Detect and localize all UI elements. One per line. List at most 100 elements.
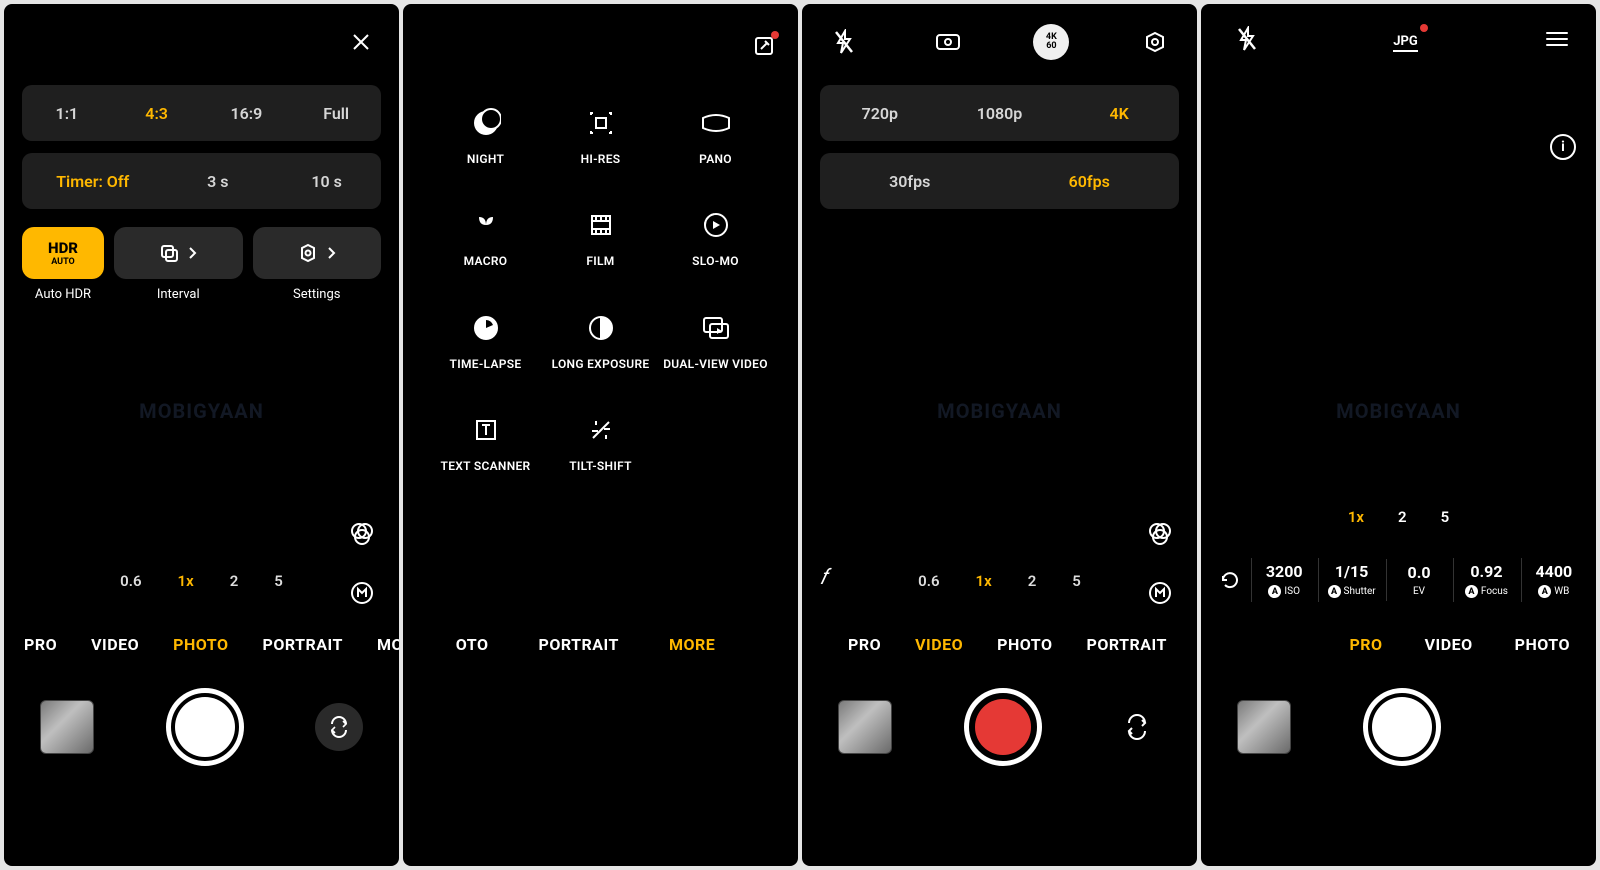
ai-icon[interactable] (1141, 574, 1179, 612)
mode-selector[interactable]: PRO VIDEO PHOTO PORTRAIT MORE (4, 622, 399, 666)
mode-label: DUAL-VIEW VIDEO (663, 357, 768, 371)
mode-video[interactable]: VIDEO (915, 635, 963, 654)
param-shutter[interactable]: 1/15 AShutter (1318, 558, 1383, 602)
mode-longexposure[interactable]: LONG EXPOSURE (548, 309, 653, 371)
zoom-1x[interactable]: 1x (178, 572, 194, 590)
aspect-16-9[interactable]: 16:9 (202, 104, 292, 123)
switch-camera-button[interactable] (315, 703, 363, 751)
mode-night[interactable]: NIGHT (433, 104, 538, 166)
res-720p[interactable]: 720p (820, 104, 940, 123)
aspect-full[interactable]: Full (291, 104, 381, 123)
mode-timelapse[interactable]: TIME-LAPSE (433, 309, 538, 371)
mode-label: TILT-SHIFT (569, 459, 632, 473)
mode-pro[interactable]: PRO (1349, 635, 1382, 654)
timer-off[interactable]: Timer: Off (22, 172, 163, 191)
info-icon[interactable]: i (1550, 134, 1576, 160)
settings-icon[interactable] (1137, 24, 1173, 60)
reset-icon[interactable] (1211, 569, 1249, 591)
aspect-icon[interactable] (930, 24, 966, 60)
mode-textscanner[interactable]: TEXT SCANNER (433, 411, 538, 473)
interval-icon (159, 243, 179, 263)
mode-pro[interactable]: PRO (848, 635, 881, 654)
zoom-5[interactable]: 5 (1441, 508, 1450, 526)
aperture-icon[interactable]: 𝑓 (820, 565, 827, 590)
settings-button[interactable] (253, 227, 382, 279)
slomo-icon (697, 206, 735, 244)
fps-30[interactable]: 30fps (820, 172, 1000, 191)
filters-icon[interactable] (1141, 514, 1179, 552)
mode-macro[interactable]: MACRO (433, 206, 538, 268)
zoom-5[interactable]: 5 (1072, 572, 1081, 590)
watermark: MOBIGYAAN (139, 399, 264, 423)
edit-button[interactable] (752, 34, 776, 62)
mode-selector[interactable]: PRO VIDEO PHOTO (1201, 622, 1596, 666)
mode-pano[interactable]: PANO (663, 104, 768, 166)
resolution-badge[interactable]: 4K 60 (1033, 24, 1069, 60)
mode-video[interactable]: VIDEO (91, 635, 139, 654)
mode-slomo[interactable]: SLO-MO (663, 206, 768, 268)
zoom-2[interactable]: 2 (1398, 508, 1407, 526)
mode-photo-partial[interactable]: OTO (456, 635, 489, 654)
param-value: 3200 (1266, 562, 1303, 581)
zoom-2[interactable]: 2 (1028, 572, 1037, 590)
close-icon[interactable] (343, 24, 379, 60)
filters-icon[interactable] (343, 514, 381, 552)
res-4k[interactable]: 4K (1059, 104, 1179, 123)
mode-hires[interactable]: HI-RES (548, 104, 653, 166)
mode-photo[interactable]: PHOTO (1515, 635, 1570, 654)
mode-label: TIME-LAPSE (450, 357, 522, 371)
mode-selector[interactable]: PRO VIDEO PHOTO PORTRAIT (802, 622, 1197, 666)
ai-icon[interactable] (343, 574, 381, 612)
watermark: MOBIGYAAN (937, 399, 1062, 423)
mode-more[interactable]: MORE (377, 635, 399, 654)
mode-portrait[interactable]: PORTRAIT (1087, 635, 1167, 654)
gallery-thumbnail[interactable] (1237, 700, 1291, 754)
aspect-1-1[interactable]: 1:1 (22, 104, 112, 123)
gallery-thumbnail[interactable] (838, 700, 892, 754)
gallery-thumbnail[interactable] (40, 700, 94, 754)
pano-icon (697, 104, 735, 142)
param-label: WB (1554, 586, 1569, 597)
mode-film[interactable]: FILM (548, 206, 653, 268)
resolution-selector: 720p 1080p 4K (820, 85, 1179, 141)
record-button[interactable] (964, 688, 1042, 766)
timer-10s[interactable]: 10 s (272, 172, 381, 191)
fps-60[interactable]: 60fps (1000, 172, 1180, 191)
zoom-1x[interactable]: 1x (1348, 508, 1364, 526)
param-ev[interactable]: 0.0 EV (1386, 559, 1451, 601)
zoom-5[interactable]: 5 (274, 572, 283, 590)
mode-photo[interactable]: PHOTO (173, 635, 228, 654)
interval-button[interactable] (114, 227, 243, 279)
res-1080p[interactable]: 1080p (940, 104, 1060, 123)
switch-camera-button[interactable] (1113, 703, 1161, 751)
zoom-1x[interactable]: 1x (976, 572, 992, 590)
param-focus[interactable]: 0.92 AFocus (1453, 558, 1518, 602)
mode-selector[interactable]: OTO PORTRAIT MORE (403, 622, 798, 666)
flash-off-icon[interactable] (1229, 21, 1265, 57)
screen-video: 4K 60 720p 1080p 4K 30fps 60fps MOBIGYAA… (802, 4, 1197, 866)
format-badge[interactable]: JPG (1393, 30, 1418, 49)
zoom-2[interactable]: 2 (230, 572, 239, 590)
mode-more[interactable]: MORE (669, 635, 715, 654)
mode-pro[interactable]: PRO (24, 635, 57, 654)
param-iso[interactable]: 3200 AISO (1251, 558, 1316, 602)
chevron-right-icon (187, 246, 197, 260)
zoom-0-6[interactable]: 0.6 (120, 572, 141, 590)
mode-dualview[interactable]: DUAL-VIEW VIDEO (663, 309, 768, 371)
param-wb[interactable]: 4400 AWB (1521, 558, 1586, 602)
mode-tiltshift[interactable]: TILT-SHIFT (548, 411, 653, 473)
mode-photo[interactable]: PHOTO (997, 635, 1052, 654)
mode-portrait[interactable]: PORTRAIT (263, 635, 343, 654)
hdr-button[interactable]: HDR AUTO (22, 227, 104, 279)
mode-video[interactable]: VIDEO (1425, 635, 1473, 654)
menu-icon[interactable] (1546, 32, 1568, 46)
zoom-0-6[interactable]: 0.6 (918, 572, 939, 590)
shutter-button[interactable] (166, 688, 244, 766)
shutter-button[interactable] (1363, 688, 1441, 766)
aspect-4-3[interactable]: 4:3 (112, 104, 202, 123)
timer-3s[interactable]: 3 s (163, 172, 272, 191)
mode-portrait[interactable]: PORTRAIT (539, 635, 619, 654)
param-value: 1/15 (1335, 562, 1368, 581)
flash-off-icon[interactable] (826, 24, 862, 60)
screen-more-modes: NIGHT HI-RES PANO MACRO FILM SLO-MO TIME… (403, 4, 798, 866)
